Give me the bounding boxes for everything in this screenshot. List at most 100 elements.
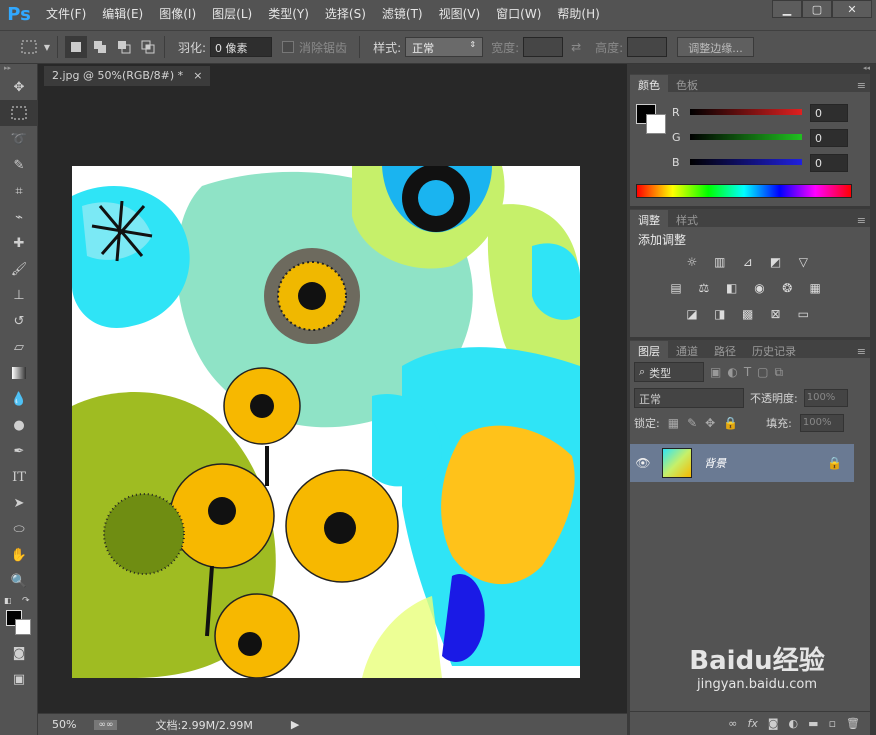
invert-icon[interactable]: ◪: [682, 306, 702, 322]
gradient-tool-icon[interactable]: [0, 360, 38, 386]
background-swatch[interactable]: [646, 114, 666, 134]
antialias-checkbox[interactable]: [282, 41, 295, 53]
move-tool-icon[interactable]: ✥: [0, 74, 38, 100]
collapse-panels-icon[interactable]: ◂◂: [627, 64, 876, 72]
filter-shape-icon[interactable]: ▢: [757, 365, 768, 379]
canvas-area[interactable]: [38, 86, 627, 713]
hand-tool-icon[interactable]: ✋: [0, 542, 38, 568]
tab-history[interactable]: 历史记录: [744, 341, 804, 358]
tab-layers[interactable]: 图层: [630, 341, 668, 358]
document-canvas[interactable]: [72, 166, 580, 678]
brush-tool-icon[interactable]: 🖌: [0, 256, 38, 282]
panel-menu-icon[interactable]: ≡: [857, 345, 870, 358]
close-icon[interactable]: ×: [193, 69, 202, 83]
red-track[interactable]: [690, 109, 802, 115]
menu-edit[interactable]: 编辑(E): [94, 0, 151, 28]
style-select[interactable]: 正常 ⇕: [405, 37, 484, 57]
blend-mode-select[interactable]: 正常: [634, 388, 744, 408]
panel-menu-icon[interactable]: ≡: [857, 79, 870, 92]
pen-tool-icon[interactable]: ✒: [0, 438, 38, 464]
default-colors-icon[interactable]: ◧: [4, 596, 12, 605]
hue-saturation-icon[interactable]: ▤: [666, 280, 686, 296]
fx-icon[interactable]: fx: [747, 717, 757, 730]
quick-selection-tool-icon[interactable]: ✎: [0, 152, 38, 178]
restore-button[interactable]: ▢: [802, 0, 832, 18]
clone-stamp-tool-icon[interactable]: ⊥: [0, 282, 38, 308]
status-menu-arrow-icon[interactable]: ▶: [291, 718, 299, 731]
fill-input[interactable]: 100%: [799, 414, 844, 432]
menu-help[interactable]: 帮助(H): [549, 0, 607, 28]
opacity-input[interactable]: 100%: [803, 389, 848, 407]
filter-adjustment-icon[interactable]: ◐: [727, 365, 737, 379]
link-layers-icon[interactable]: ∞: [728, 717, 737, 730]
ellipse-tool-icon[interactable]: ⬭: [0, 516, 38, 542]
menu-file[interactable]: 文件(F): [38, 0, 94, 28]
filter-smart-icon[interactable]: ⧉: [775, 365, 784, 380]
healing-brush-tool-icon[interactable]: ✚: [0, 230, 38, 256]
green-slider[interactable]: G 0: [670, 129, 870, 149]
new-adjustment-icon[interactable]: ◐: [789, 717, 799, 730]
layer-filter-select[interactable]: ⌕ 类型: [634, 362, 704, 382]
quick-mask-icon[interactable]: ◙: [0, 640, 38, 666]
menu-layer[interactable]: 图层(L): [204, 0, 260, 28]
photo-filter-icon[interactable]: ◉: [749, 280, 769, 296]
minimize-button[interactable]: ▁: [772, 0, 802, 18]
intersect-selection-icon[interactable]: [137, 36, 159, 58]
swap-icon[interactable]: ⇄: [565, 36, 587, 58]
chevron-down-icon[interactable]: ▼: [42, 36, 52, 58]
tab-styles[interactable]: 样式: [668, 210, 706, 227]
history-brush-tool-icon[interactable]: ↺: [0, 308, 38, 334]
posterize-icon[interactable]: ◨: [710, 306, 730, 322]
screen-mode-icon[interactable]: ▣: [0, 666, 38, 692]
new-selection-icon[interactable]: [65, 36, 87, 58]
lock-transparent-icon[interactable]: ▦: [668, 416, 679, 430]
tab-adjustments[interactable]: 调整: [630, 210, 668, 227]
menu-view[interactable]: 视图(V): [431, 0, 489, 28]
new-layer-icon[interactable]: ▫: [829, 717, 836, 730]
swap-colors-icon[interactable]: ↷: [22, 596, 30, 606]
threshold-icon[interactable]: ▩: [738, 306, 758, 322]
selective-color-icon[interactable]: ⊠: [765, 306, 785, 322]
filter-type-icon[interactable]: T: [744, 365, 751, 379]
trash-icon[interactable]: 🗑: [846, 717, 860, 730]
color-balance-icon[interactable]: ⚖: [694, 280, 714, 296]
channel-mixer-icon[interactable]: ❂: [777, 280, 797, 296]
red-slider[interactable]: R 0: [670, 104, 870, 124]
lock-all-icon[interactable]: 🔒: [723, 416, 738, 430]
lasso-tool-icon[interactable]: ➰: [0, 126, 38, 152]
zoom-level[interactable]: 50%: [52, 718, 76, 731]
layer-name[interactable]: 背景: [704, 455, 726, 471]
add-mask-icon[interactable]: ◙: [768, 717, 779, 730]
menu-image[interactable]: 图像(I): [151, 0, 204, 28]
panel-menu-icon[interactable]: ≡: [857, 214, 870, 227]
eyedropper-tool-icon[interactable]: ⌁: [0, 204, 38, 230]
new-group-icon[interactable]: ▬: [808, 717, 818, 730]
menu-type[interactable]: 类型(Y): [260, 0, 317, 28]
close-button[interactable]: ✕: [832, 0, 872, 18]
brightness-icon[interactable]: ☼: [682, 254, 702, 270]
tab-swatches[interactable]: 色板: [668, 75, 706, 92]
vibrance-icon[interactable]: ▽: [793, 254, 813, 270]
refine-edge-button[interactable]: 调整边缘...: [677, 37, 754, 57]
feather-input[interactable]: 0 像素: [210, 37, 273, 57]
blue-slider[interactable]: B 0: [670, 154, 870, 174]
collapse-icon[interactable]: ▸▸: [0, 64, 37, 74]
height-input[interactable]: [627, 37, 668, 57]
crop-tool-icon[interactable]: ⌗: [0, 178, 38, 204]
lock-position-icon[interactable]: ✥: [705, 416, 715, 430]
gradient-map-icon[interactable]: ▭: [793, 306, 813, 322]
menu-filter[interactable]: 滤镜(T): [374, 0, 431, 28]
tab-color[interactable]: 颜色: [630, 75, 668, 92]
color-spectrum-bar[interactable]: [636, 184, 852, 198]
visibility-eye-icon[interactable]: 👁: [630, 456, 656, 470]
filter-pixel-icon[interactable]: ▣: [710, 365, 721, 379]
background-color-swatch[interactable]: [15, 619, 31, 635]
blue-track[interactable]: [690, 159, 802, 165]
add-to-selection-icon[interactable]: [89, 36, 111, 58]
type-tool-icon[interactable]: IT: [0, 464, 38, 490]
green-value[interactable]: 0: [810, 129, 848, 147]
green-track[interactable]: [690, 134, 802, 140]
color-lookup-icon[interactable]: ▦: [805, 280, 825, 296]
subtract-from-selection-icon[interactable]: [113, 36, 135, 58]
eraser-tool-icon[interactable]: ▱: [0, 334, 38, 360]
